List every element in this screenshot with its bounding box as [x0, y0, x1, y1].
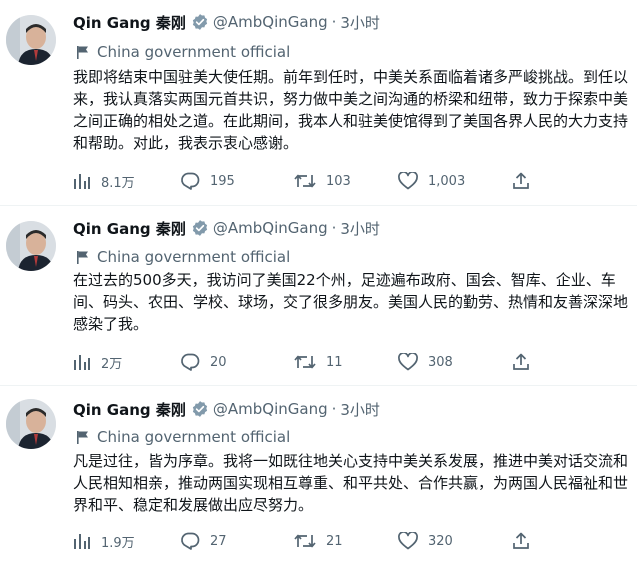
retweet-button[interactable]: 11 [294, 353, 398, 371]
reply-icon [180, 172, 200, 190]
timestamp[interactable]: 3小时 [340, 218, 380, 239]
timestamp[interactable]: 3小时 [340, 399, 380, 420]
separator-dot: · [331, 219, 337, 237]
retweet-icon [294, 532, 316, 550]
timestamp[interactable]: 3小时 [340, 12, 380, 33]
reply-icon [180, 532, 200, 550]
retweet-icon [294, 353, 316, 371]
author-name[interactable]: Qin Gang 秦刚 [73, 12, 186, 33]
like-button[interactable]: 320 [398, 532, 512, 550]
retweet-icon [294, 172, 316, 190]
verified-badge-icon [191, 400, 209, 418]
retweet-count: 103 [326, 173, 351, 189]
views-count: 8.1万 [101, 175, 135, 191]
avatar[interactable] [6, 15, 56, 65]
flag-icon [76, 430, 90, 445]
avatar-photo [6, 15, 56, 65]
views-button[interactable]: 2万 [73, 353, 180, 372]
verified-badge-icon [191, 219, 209, 237]
tweet-actions: 8.1万 195 103 1,003 [73, 170, 543, 192]
government-label[interactable]: China government official [97, 428, 290, 446]
like-count: 1,003 [428, 173, 466, 189]
avatar[interactable] [6, 399, 56, 449]
tweet-actions: 2万 20 11 308 [73, 351, 543, 373]
government-label[interactable]: China government official [97, 43, 290, 61]
retweet-button[interactable]: 103 [294, 172, 398, 190]
views-button[interactable]: 8.1万 [73, 172, 180, 191]
like-count: 308 [428, 354, 453, 370]
share-button[interactable] [512, 172, 540, 190]
avatar-photo [6, 399, 56, 449]
reply-count: 195 [210, 173, 235, 189]
tweet-3[interactable]: Qin Gang 秦刚 @AmbQinGang · 3小时 China gove… [0, 385, 637, 573]
heart-icon [398, 532, 418, 550]
reply-count: 20 [210, 354, 227, 370]
views-button[interactable]: 1.9万 [73, 532, 180, 551]
tweet-1[interactable]: Qin Gang 秦刚 @AmbQinGang · 3小时 China gove… [0, 0, 637, 205]
flag-icon [76, 45, 90, 60]
analytics-icon [73, 173, 91, 189]
tweet-text: 我即将结束中国驻美大使任期。前年到任时，中美关系面临着诸多严峻挑战。到任以来，我… [73, 68, 629, 152]
heart-icon [398, 172, 418, 190]
author-handle[interactable]: @AmbQinGang [213, 219, 328, 237]
retweet-count: 11 [326, 354, 343, 370]
share-icon [512, 353, 530, 371]
author-handle[interactable]: @AmbQinGang [213, 400, 328, 418]
tweet-actions: 1.9万 27 21 320 [73, 530, 543, 552]
retweet-count: 21 [326, 533, 343, 549]
author-name[interactable]: Qin Gang 秦刚 [73, 218, 186, 239]
reply-icon [180, 353, 200, 371]
like-button[interactable]: 1,003 [398, 172, 512, 190]
views-count: 1.9万 [101, 535, 135, 551]
heart-icon [398, 353, 418, 371]
tweet-text: 在过去的500多天，我访问了美国22个州，足迹遍布政府、国会、智库、企业、车间、… [73, 271, 629, 333]
like-count: 320 [428, 533, 453, 549]
author-handle[interactable]: @AmbQinGang [213, 13, 328, 31]
tweet-2[interactable]: Qin Gang 秦刚 @AmbQinGang · 3小时 China gove… [0, 205, 637, 385]
tweet-text: 凡是过往，皆为序章。我将一如既往地关心支持中美关系发展，推进中美对话交流和人民相… [73, 452, 629, 514]
reply-button[interactable]: 20 [180, 353, 294, 371]
retweet-button[interactable]: 21 [294, 532, 398, 550]
verified-badge-icon [191, 13, 209, 31]
separator-dot: · [331, 13, 337, 31]
share-icon [512, 532, 530, 550]
analytics-icon [73, 533, 91, 549]
government-label[interactable]: China government official [97, 248, 290, 266]
share-button[interactable] [512, 353, 540, 371]
share-button[interactable] [512, 532, 540, 550]
like-button[interactable]: 308 [398, 353, 512, 371]
views-count: 2万 [101, 356, 123, 372]
avatar[interactable] [6, 221, 56, 271]
flag-icon [76, 250, 90, 265]
reply-button[interactable]: 195 [180, 172, 294, 190]
share-icon [512, 172, 530, 190]
author-name[interactable]: Qin Gang 秦刚 [73, 399, 186, 420]
separator-dot: · [331, 400, 337, 418]
reply-button[interactable]: 27 [180, 532, 294, 550]
reply-count: 27 [210, 533, 227, 549]
avatar-photo [6, 221, 56, 271]
analytics-icon [73, 354, 91, 370]
